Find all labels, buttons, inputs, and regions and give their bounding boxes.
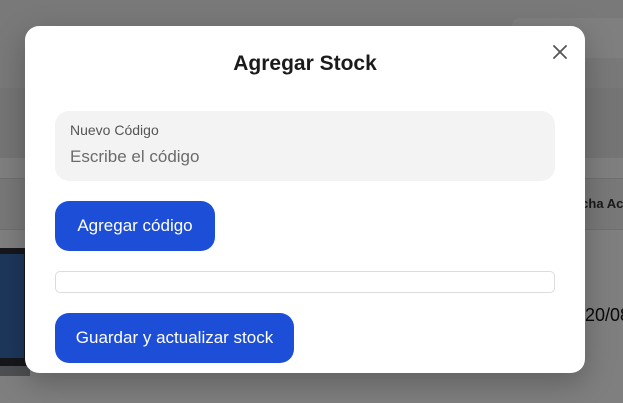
codes-list <box>55 271 555 293</box>
new-code-label: Nuevo Código <box>70 122 159 138</box>
add-stock-modal: Agregar Stock Nuevo Código Agregar códig… <box>25 26 585 373</box>
close-button[interactable] <box>549 41 571 63</box>
add-code-button[interactable]: Agregar código <box>55 201 215 251</box>
modal-title: Agregar Stock <box>233 52 377 75</box>
new-code-field[interactable]: Nuevo Código <box>55 111 555 181</box>
new-code-input[interactable] <box>70 145 540 169</box>
save-and-update-stock-button[interactable]: Guardar y actualizar stock <box>55 313 294 363</box>
close-icon <box>553 45 567 59</box>
